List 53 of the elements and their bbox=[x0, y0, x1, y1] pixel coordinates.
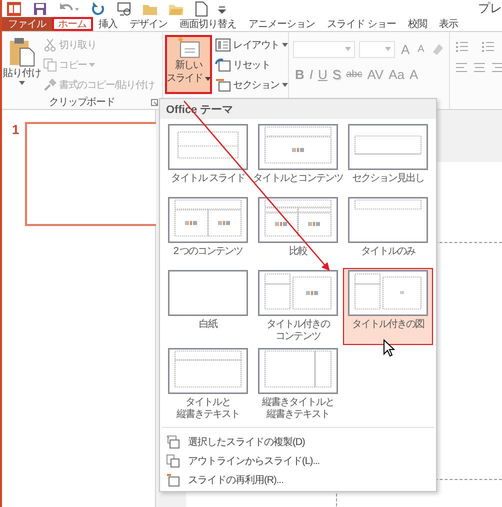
layout-icon bbox=[215, 38, 231, 52]
section-icon bbox=[215, 78, 231, 92]
layout-option[interactable]: タイトル付きの図 bbox=[343, 268, 433, 345]
caret-icon bbox=[88, 62, 95, 66]
app-logo-icon[interactable] bbox=[6, 0, 22, 16]
layout-option[interactable]: タイトルと 縦書きテキスト bbox=[163, 346, 253, 423]
new-slide-icon bbox=[176, 37, 202, 59]
reset-icon bbox=[215, 58, 231, 72]
slides-command[interactable]: セクション bbox=[214, 75, 289, 94]
layout-option[interactable]: 比較 bbox=[253, 195, 343, 267]
menu-item[interactable]: スライドの再利用(R)... bbox=[160, 470, 290, 489]
menu-item[interactable]: アウトラインからスライド(L)... bbox=[160, 451, 326, 470]
layout-option[interactable]: タイトルとコンテンツ bbox=[253, 122, 343, 194]
caret-icon bbox=[282, 42, 288, 46]
caret-icon bbox=[385, 47, 391, 51]
layout-option[interactable]: タイトル スライド bbox=[163, 122, 253, 194]
layout-option[interactable]: 縦書きタイトルと 縦書きテキスト bbox=[253, 346, 343, 423]
eraser-icon[interactable] bbox=[430, 42, 444, 56]
dialog-launcher-icon[interactable] bbox=[151, 99, 158, 106]
redo-icon[interactable] bbox=[90, 0, 106, 16]
font-name-field[interactable] bbox=[293, 40, 355, 58]
caret-icon bbox=[19, 81, 25, 85]
mouse-cursor-icon bbox=[383, 339, 395, 357]
caret-icon bbox=[282, 82, 288, 86]
clipboard-icon bbox=[8, 37, 36, 67]
paste-button[interactable]: 貼り付け bbox=[4, 35, 40, 94]
slides-command[interactable]: レイアウト bbox=[214, 35, 289, 54]
align-icons-drawing[interactable] bbox=[456, 62, 502, 74]
reuse-slides-icon bbox=[166, 472, 180, 486]
ribbon-tab[interactable]: ファイル bbox=[2, 17, 52, 31]
presenter-icon[interactable] bbox=[116, 0, 132, 16]
caret-icon bbox=[204, 77, 210, 81]
duplicate-slide-icon bbox=[166, 434, 180, 448]
scissors-icon bbox=[43, 38, 57, 52]
slides-command[interactable]: リセット bbox=[214, 55, 272, 74]
layout-option[interactable]: タイトル付きの コンテンツ bbox=[253, 268, 343, 345]
paintbrush-icon bbox=[43, 78, 57, 92]
new-slide-button[interactable]: 新しい スライド bbox=[165, 35, 212, 94]
group-title: クリップボード bbox=[49, 96, 115, 108]
caret-icon bbox=[345, 47, 351, 51]
layout-option[interactable]: セクション見出し bbox=[343, 122, 433, 194]
ribbon-tab[interactable]: ホーム bbox=[52, 17, 92, 31]
layout-option[interactable]: 2 つのコンテンツ bbox=[163, 195, 253, 267]
layout-option[interactable]: 白紙 bbox=[163, 268, 253, 345]
layout-option[interactable]: タイトルのみ bbox=[343, 195, 433, 267]
font-size-field[interactable] bbox=[359, 40, 395, 58]
slide-number: 1 bbox=[12, 122, 20, 139]
document-icon[interactable] bbox=[194, 0, 208, 16]
menu-item[interactable]: 選択したスライドの複製(D) bbox=[160, 432, 311, 451]
outline-slides-icon bbox=[166, 454, 180, 468]
save-icon[interactable] bbox=[32, 0, 48, 16]
copy-icon bbox=[43, 58, 57, 72]
window-title: プレ bbox=[478, 0, 502, 17]
